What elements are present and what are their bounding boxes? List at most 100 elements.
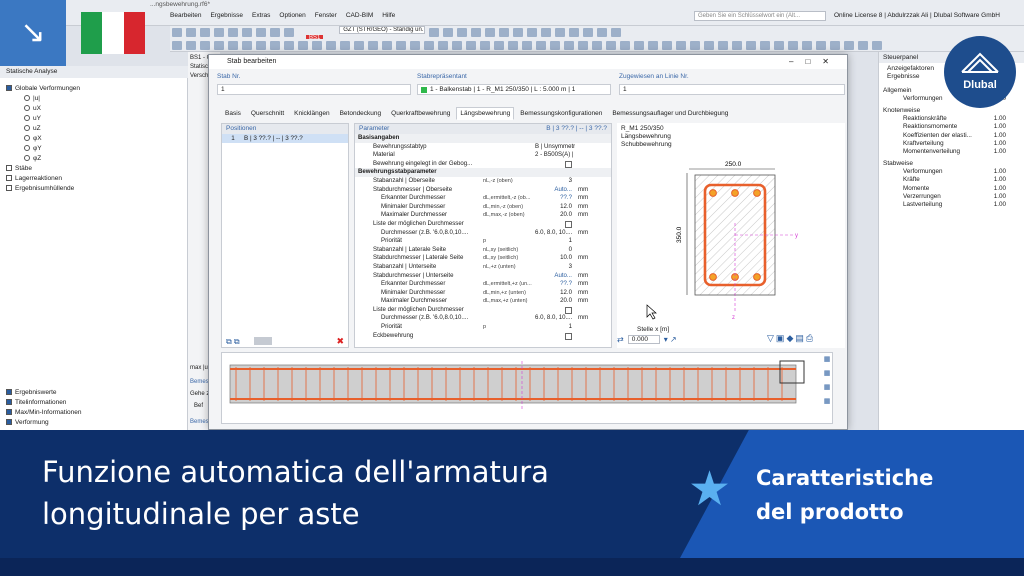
- toolbar-icon[interactable]: [256, 28, 266, 37]
- checkbox-icon[interactable]: [6, 389, 12, 395]
- checkbox-icon[interactable]: [6, 185, 12, 191]
- radio-icon[interactable]: [24, 115, 30, 121]
- factor-row[interactable]: Koeffizienten der elasti... 1.00: [879, 132, 1024, 140]
- toolbar-icon[interactable]: [704, 41, 714, 50]
- view-icon[interactable]: ▦: [820, 367, 834, 381]
- parameter-row[interactable]: Durchmesser (z.B. '6.0,8.0,10.... 6.0, 8.…: [355, 229, 611, 238]
- factor-section-title[interactable]: Knotenweise: [879, 106, 1024, 115]
- factor-value[interactable]: 1.00: [994, 115, 1006, 123]
- menu-item[interactable]: Extras: [252, 12, 270, 19]
- loadcase-select[interactable]: GZT (STR/GEO) - Ständig un...: [339, 26, 426, 34]
- position-menu-button[interactable]: [254, 337, 272, 345]
- toolbar-icon[interactable]: [508, 41, 518, 50]
- toolbar-icon[interactable]: [844, 41, 854, 50]
- toolbar-icon[interactable]: [541, 28, 552, 37]
- parameter-row[interactable]: Bewehrung eingelegt in der Gebog...: [355, 160, 611, 169]
- radio-icon[interactable]: [24, 105, 30, 111]
- toolbar-icon[interactable]: [429, 28, 440, 37]
- toolbar-icon[interactable]: [471, 28, 482, 37]
- factor-row[interactable]: Verformungen 1.00: [879, 168, 1024, 176]
- parameter-value[interactable]: 3: [535, 177, 575, 186]
- parameter-row[interactable]: Maximaler Durchmesser dL,max,-z (oben) 20.…: [355, 211, 611, 220]
- parameter-value[interactable]: Auto...: [535, 272, 575, 281]
- toolbar-icon[interactable]: [186, 28, 196, 37]
- export-icon[interactable]: ▤: [795, 333, 806, 343]
- toolbar-icon[interactable]: [443, 28, 454, 37]
- menu-item[interactable]: Optionen: [279, 12, 305, 19]
- toolbar-icon[interactable]: [214, 41, 224, 50]
- maximize-icon[interactable]: □: [805, 57, 822, 66]
- view-icon[interactable]: ▦: [820, 381, 834, 395]
- navigator-option[interactable]: Max/Min-Informationen: [6, 408, 81, 418]
- parameter-value[interactable]: 6.0, 8.0, 10....: [535, 229, 575, 238]
- factor-value[interactable]: 1.00: [994, 201, 1006, 209]
- toolbar-icon[interactable]: [270, 28, 280, 37]
- tab-4[interactable]: Querkraftbewehrung: [387, 107, 454, 120]
- factor-row[interactable]: Kräfte 1.00: [879, 176, 1024, 184]
- toolbar-icon[interactable]: [732, 41, 742, 50]
- checkbox-icon[interactable]: [6, 85, 12, 91]
- parameter-value[interactable]: 12.0: [535, 203, 575, 212]
- parameter-row[interactable]: Priorität p 1: [355, 323, 611, 332]
- toolbar-icon[interactable]: [816, 41, 826, 50]
- parameter-row[interactable]: Stabanzahl | Oberseite nL,-z (oben) 3: [355, 177, 611, 186]
- radio-icon[interactable]: [24, 135, 30, 141]
- search-input[interactable]: Geben Sie ein Schlüsselwort ein (Alt...: [694, 11, 826, 21]
- parameter-row[interactable]: Eckbewehrung: [355, 332, 611, 341]
- tab-6[interactable]: Bemessungskonfigurationen: [516, 107, 606, 120]
- factor-row[interactable]: Reaktionsmomente 1.00: [879, 123, 1024, 131]
- toolbar-icon[interactable]: [186, 41, 196, 50]
- view-icon[interactable]: ▦: [820, 353, 834, 367]
- toolbar-icon[interactable]: [662, 41, 672, 50]
- toolbar-icon[interactable]: [256, 41, 266, 50]
- factor-value[interactable]: 1.00: [994, 140, 1006, 148]
- filter-icon[interactable]: ▽: [767, 333, 776, 343]
- toolbar-icon[interactable]: [774, 41, 784, 50]
- navigator-option[interactable]: Ergebniswerte: [6, 388, 81, 398]
- toolbar-icon[interactable]: [592, 41, 602, 50]
- toolbar-icon[interactable]: [480, 41, 490, 50]
- factor-value[interactable]: 1.00: [994, 123, 1006, 131]
- tab-0[interactable]: Basis: [221, 107, 245, 120]
- parameter-row[interactable]: Liste der möglichen Durchmesser: [355, 306, 611, 315]
- navigator-item[interactable]: φY: [6, 144, 80, 154]
- radio-icon[interactable]: [24, 145, 30, 151]
- parameter-row[interactable]: Stabanzahl | Laterale Seite nL,sy (seitli…: [355, 246, 611, 255]
- checkbox[interactable]: [565, 332, 572, 340]
- toolbar-icon[interactable]: [228, 41, 238, 50]
- navigator-item[interactable]: |u|: [6, 94, 80, 104]
- menu-item[interactable]: Ergebnisse: [210, 12, 243, 19]
- toolbar-icon[interactable]: [424, 41, 434, 50]
- toolbar-icon[interactable]: [494, 41, 504, 50]
- toolbar-icon[interactable]: [457, 28, 468, 37]
- factor-row[interactable]: Verzerrungen 1.00: [879, 193, 1024, 201]
- checkbox-icon[interactable]: [6, 419, 12, 425]
- factor-row[interactable]: Momente 1.00: [879, 185, 1024, 193]
- toolbar-icon[interactable]: [513, 28, 524, 37]
- toolbar-icon[interactable]: [340, 41, 350, 50]
- toolbar-icon[interactable]: [522, 41, 532, 50]
- toolbar-icon[interactable]: [485, 28, 496, 37]
- navigator-item[interactable]: uX: [6, 104, 80, 114]
- checkbox-icon[interactable]: [6, 175, 12, 181]
- view-icon[interactable]: ▦: [820, 395, 834, 409]
- menu-item[interactable]: CAD-BIM: [346, 12, 373, 19]
- parameter-value[interactable]: 2 - B500S(A) | Isotro...: [535, 151, 575, 160]
- representative-field[interactable]: 1 - Balkenstab | 1 - R_M1 250/350 | L : …: [417, 84, 611, 95]
- factor-value[interactable]: 1.00: [994, 168, 1006, 176]
- checkbox-icon[interactable]: [6, 399, 12, 405]
- factor-value[interactable]: 1.00: [994, 176, 1006, 184]
- navigator-item[interactable]: Ergebnisumhüllende: [6, 184, 80, 194]
- position-row[interactable]: 1 B | 3 ??.? | -- | 3 ??.?: [222, 134, 348, 143]
- toolbar-icon[interactable]: [527, 28, 538, 37]
- toolbar-icon[interactable]: [858, 41, 868, 50]
- toolbar-icon[interactable]: [298, 41, 308, 50]
- parameter-value[interactable]: 1: [535, 237, 575, 246]
- parameter-value[interactable]: 10.0: [535, 254, 575, 263]
- checkbox-icon[interactable]: [6, 165, 12, 171]
- parameter-row[interactable]: Stabdurchmesser | Unterseite Auto... mm: [355, 272, 611, 281]
- radio-icon[interactable]: [24, 155, 30, 161]
- toolbar-icon[interactable]: [611, 28, 622, 37]
- parameter-row[interactable]: Minimaler Durchmesser dL,min,+z (unten) 12…: [355, 289, 611, 298]
- parameter-value[interactable]: ??.?: [535, 280, 575, 289]
